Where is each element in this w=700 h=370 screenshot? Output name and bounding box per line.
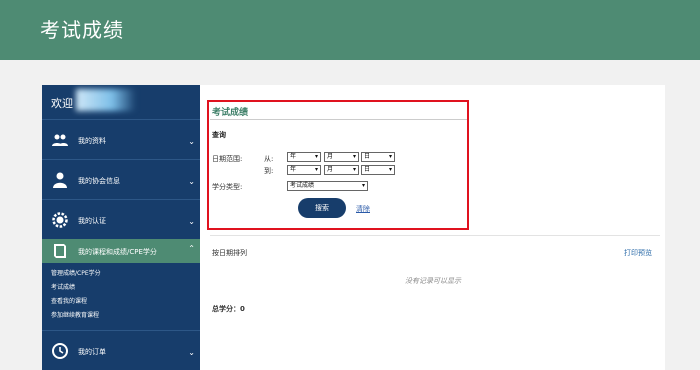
to-month-select[interactable]: 月 ▾ [324, 165, 359, 175]
date-range-label: 日期范围: [212, 155, 243, 163]
form-title: 考试成绩 [212, 108, 249, 118]
to-label: 到: [264, 167, 274, 175]
book-icon [54, 244, 66, 258]
users-icon [52, 134, 68, 146]
main-panel: 考试成绩 查询 日期范围: 从: 到: 年 ▾ 月 ▾ 日 ▾ 年 ▾ 月 ▾ 日 ▾ 学分… [200, 85, 665, 370]
sidebar-item-association[interactable]: 我的协会信息 ⌄ [42, 159, 200, 199]
chevron-down-icon: ⌄ [188, 217, 195, 226]
user-icon [53, 172, 67, 188]
from-day-select[interactable]: 日 ▾ [361, 152, 395, 162]
sidebar-item-profile[interactable]: 我的资料 ⌄ [42, 119, 200, 159]
submenu-item-manage-scores[interactable]: 管理成绩/CPE学分 [51, 268, 101, 277]
credit-type-label: 学分类型: [212, 183, 243, 191]
sidebar-item-label: 我的订单 [78, 348, 106, 356]
sidebar-item-courses[interactable]: 我的课程和成绩/CPE学分 ⌃ [42, 239, 200, 265]
from-label: 从: [264, 155, 274, 163]
submenu-item-view-courses[interactable]: 查看我的课程 [51, 296, 87, 305]
chevron-down-icon: ⌄ [188, 348, 195, 357]
from-year-select[interactable]: 年 ▾ [287, 152, 321, 162]
query-label: 查询 [212, 131, 226, 139]
history-icon [52, 343, 68, 359]
sort-by-date-label[interactable]: 按日期排列 [212, 248, 247, 258]
page-title: 考试成绩 [40, 18, 124, 42]
to-year-select[interactable]: 年 ▾ [287, 165, 321, 175]
sidebar-item-label: 我的协会信息 [78, 177, 120, 185]
sidebar-item-label: 我的课程和成绩/CPE学分 [78, 248, 157, 256]
submenu-item-ce-courses[interactable]: 参加继续教育课程 [51, 310, 99, 319]
chevron-up-icon: ⌃ [188, 244, 195, 253]
total-credits: 总学分：0 [212, 305, 245, 313]
print-preview-link[interactable]: 打印预览 [624, 248, 652, 258]
divider [210, 235, 660, 236]
welcome-message: 欢迎 [42, 85, 200, 119]
search-button[interactable]: 搜索 [298, 198, 346, 218]
sidebar-item-label: 我的资料 [78, 137, 106, 145]
from-month-select[interactable]: 月 ▾ [324, 152, 359, 162]
sidebar-item-label: 我的认证 [78, 217, 106, 225]
credit-type-select[interactable]: 考试成绩 ▾ [287, 181, 368, 191]
gear-icon [52, 212, 68, 228]
clear-link[interactable]: 清除 [356, 204, 370, 214]
chevron-down-icon: ⌄ [188, 177, 195, 186]
username-redacted [76, 89, 136, 111]
page-header: 考试成绩 [0, 0, 700, 60]
empty-state-text: 没有记录可以显示 [405, 277, 461, 285]
sidebar-item-certification[interactable]: 我的认证 ⌄ [42, 199, 200, 239]
welcome-label: 欢迎 [51, 97, 73, 110]
divider [210, 119, 467, 120]
chevron-down-icon: ⌄ [188, 137, 195, 146]
courses-submenu: 管理成绩/CPE学分 考试成绩 查看我的课程 参加继续教育课程 [42, 263, 200, 337]
sidebar-item-orders[interactable]: 我的订单 ⌄ [42, 330, 200, 370]
submenu-item-exam-scores[interactable]: 考试成绩 [51, 282, 75, 291]
to-day-select[interactable]: 日 ▾ [361, 165, 395, 175]
sidebar: 欢迎 我的资料 ⌄ 我的协会信息 ⌄ 我的认证 ⌄ 我的课程和成绩/CPE学分 … [42, 85, 200, 370]
